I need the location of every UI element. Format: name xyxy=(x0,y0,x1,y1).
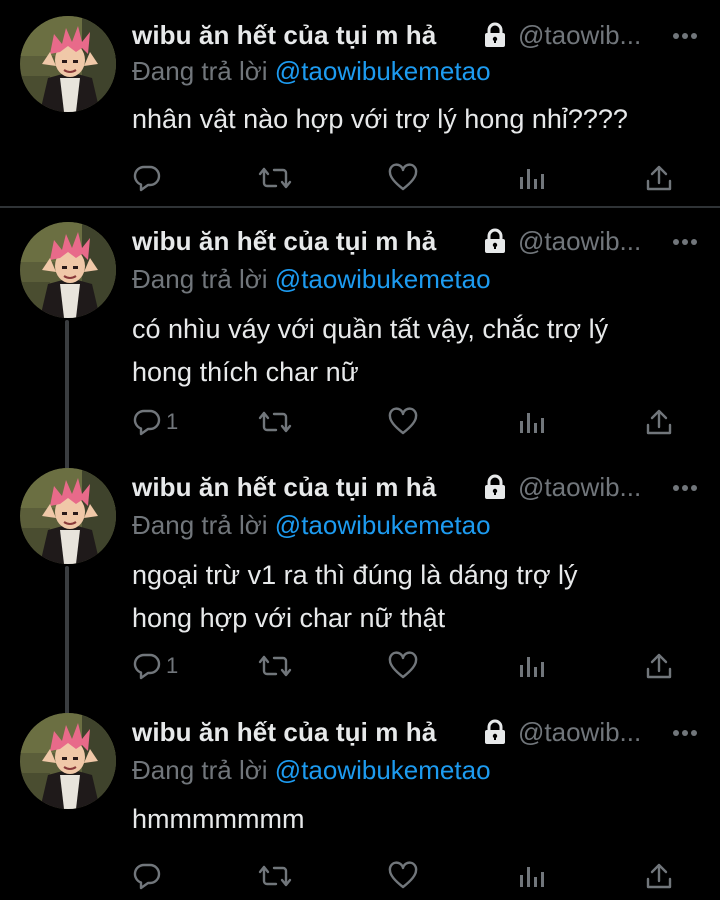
share-icon xyxy=(645,652,673,680)
tweet-text: nhân vật nào hợp với trợ lý hong nhỉ???? xyxy=(132,98,702,141)
share-button[interactable] xyxy=(645,646,673,686)
analytics-icon xyxy=(518,165,544,191)
reply-button[interactable]: 1 xyxy=(132,402,178,442)
retweet-icon xyxy=(258,651,292,681)
tweet-text-line: hmmmmmmm xyxy=(132,804,305,834)
reply-icon xyxy=(132,651,162,681)
retweet-icon xyxy=(258,861,292,891)
tweet[interactable]: wibu ăn hết của tụi m hả @taowib... Đang… xyxy=(0,699,720,900)
more-icon[interactable] xyxy=(672,729,698,737)
like-icon xyxy=(388,163,418,193)
tweet-text: có nhìu váy với quần tất vậy, chắc trợ l… xyxy=(132,308,702,394)
reply-icon xyxy=(132,861,162,891)
retweet-button[interactable] xyxy=(258,856,292,896)
reply-count: 1 xyxy=(166,409,179,434)
avatar[interactable] xyxy=(20,16,116,112)
user-handle[interactable]: @taowib... xyxy=(518,472,641,503)
tweet-actions xyxy=(0,158,720,198)
tweet-header: wibu ăn hết của tụi m hả @taowib... xyxy=(132,224,700,260)
avatar[interactable] xyxy=(20,468,116,564)
tweet[interactable]: wibu ăn hết của tụi m hả @taowib... Đang… xyxy=(0,0,720,206)
retweet-icon xyxy=(258,407,292,437)
display-name[interactable]: wibu ăn hết của tụi m hả xyxy=(132,20,436,51)
tweet-actions: 1 xyxy=(0,402,720,442)
tweet[interactable]: wibu ăn hết của tụi m hả @taowib... Đang… xyxy=(0,208,720,454)
tweet-text-line: có nhìu váy với quần tất vậy, chắc trợ l… xyxy=(132,314,609,344)
like-button[interactable] xyxy=(388,158,418,198)
reply-button[interactable] xyxy=(132,856,166,896)
like-icon xyxy=(388,407,418,437)
share-icon xyxy=(645,408,673,436)
reply-button[interactable] xyxy=(132,158,166,198)
replying-to-mention[interactable]: @taowibukemetao xyxy=(275,56,491,86)
user-handle[interactable]: @taowib... xyxy=(518,717,641,748)
lock-icon xyxy=(483,228,507,254)
share-button[interactable] xyxy=(645,158,673,198)
replying-to-label: Đang trả lời xyxy=(132,56,268,86)
retweet-button[interactable] xyxy=(258,402,292,442)
avatar[interactable] xyxy=(20,713,116,809)
analytics-icon xyxy=(518,409,544,435)
tweet-actions: 1 xyxy=(0,646,720,686)
replying-to-mention[interactable]: @taowibukemetao xyxy=(275,510,491,540)
tweet-text-line: hong hợp với char nữ thật xyxy=(132,603,446,633)
replying-to: Đang trả lời @taowibukemetao xyxy=(132,56,491,87)
user-handle[interactable]: @taowib... xyxy=(518,20,641,51)
like-icon xyxy=(388,861,418,891)
replying-to-mention[interactable]: @taowibukemetao xyxy=(275,264,491,294)
display-name[interactable]: wibu ăn hết của tụi m hả xyxy=(132,717,436,748)
share-icon xyxy=(645,862,673,890)
tweet-text-line: hong thích char nữ xyxy=(132,357,359,387)
tweet-text: ngoại trừ v1 ra thì đúng là dáng trợ lý … xyxy=(132,554,702,640)
tweet-text-line: nhân vật nào hợp với trợ lý hong nhỉ???? xyxy=(132,104,628,134)
avatar[interactable] xyxy=(20,222,116,318)
retweet-icon xyxy=(258,163,292,193)
reply-button[interactable]: 1 xyxy=(132,646,178,686)
analytics-icon xyxy=(518,653,544,679)
share-icon xyxy=(645,164,673,192)
like-button[interactable] xyxy=(388,646,418,686)
tweet-header: wibu ăn hết của tụi m hả @taowib... xyxy=(132,470,700,506)
analytics-button[interactable] xyxy=(518,402,544,442)
analytics-button[interactable] xyxy=(518,646,544,686)
retweet-button[interactable] xyxy=(258,646,292,686)
tweet[interactable]: wibu ăn hết của tụi m hả @taowib... Đang… xyxy=(0,454,720,699)
replying-to-label: Đang trả lời xyxy=(132,755,268,785)
like-icon xyxy=(388,651,418,681)
replying-to-mention[interactable]: @taowibukemetao xyxy=(275,755,491,785)
lock-icon xyxy=(483,474,507,500)
more-icon[interactable] xyxy=(672,32,698,40)
tweet-text: hmmmmmmm xyxy=(132,798,702,841)
analytics-button[interactable] xyxy=(518,856,544,896)
reply-icon xyxy=(132,407,162,437)
user-handle[interactable]: @taowib... xyxy=(518,226,641,257)
share-button[interactable] xyxy=(645,402,673,442)
reply-count: 1 xyxy=(166,653,179,678)
display-name[interactable]: wibu ăn hết của tụi m hả xyxy=(132,226,436,257)
tweet-text-line: ngoại trừ v1 ra thì đúng là dáng trợ lý xyxy=(132,560,578,590)
lock-icon xyxy=(483,719,507,745)
replying-to: Đang trả lời @taowibukemetao xyxy=(132,264,491,295)
retweet-button[interactable] xyxy=(258,158,292,198)
lock-icon xyxy=(483,22,507,48)
reply-icon xyxy=(132,163,162,193)
replying-to-label: Đang trả lời xyxy=(132,510,268,540)
replying-to: Đang trả lời @taowibukemetao xyxy=(132,510,491,541)
analytics-icon xyxy=(518,863,544,889)
tweet-header: wibu ăn hết của tụi m hả @taowib... xyxy=(132,715,700,751)
like-button[interactable] xyxy=(388,856,418,896)
tweet-header: wibu ăn hết của tụi m hả @taowib... xyxy=(132,18,700,54)
like-button[interactable] xyxy=(388,402,418,442)
replying-to: Đang trả lời @taowibukemetao xyxy=(132,755,491,786)
analytics-button[interactable] xyxy=(518,158,544,198)
tweet-actions xyxy=(0,856,720,896)
more-icon[interactable] xyxy=(672,484,698,492)
display-name[interactable]: wibu ăn hết của tụi m hả xyxy=(132,472,436,503)
more-icon[interactable] xyxy=(672,238,698,246)
share-button[interactable] xyxy=(645,856,673,896)
replying-to-label: Đang trả lời xyxy=(132,264,268,294)
